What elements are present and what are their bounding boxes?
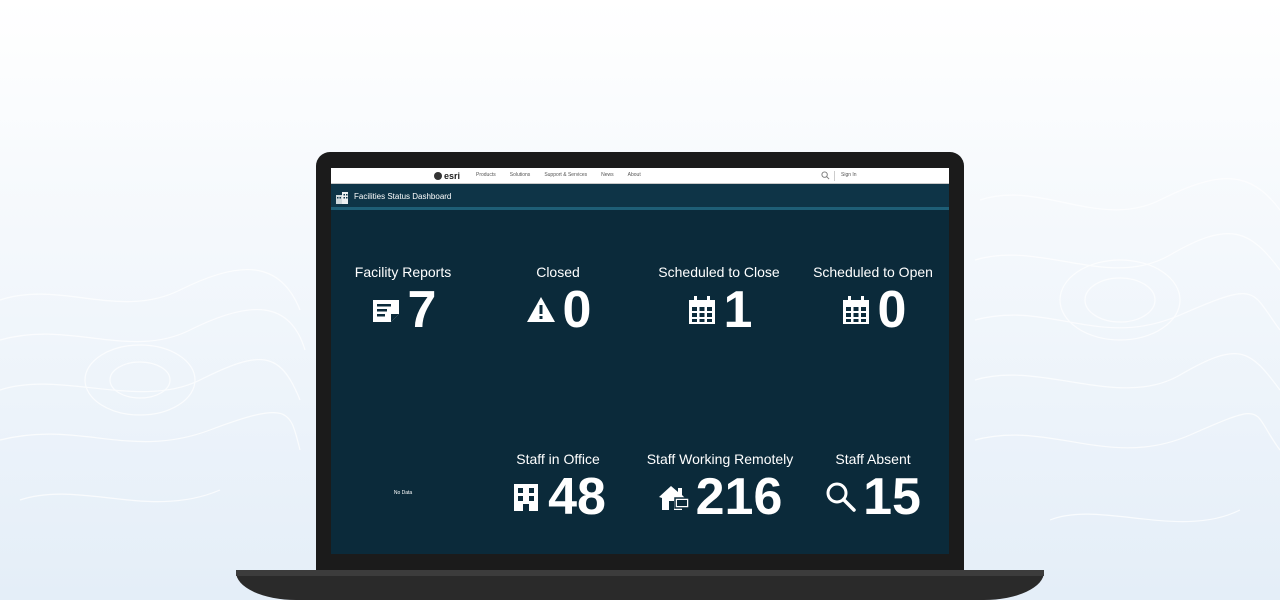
indicator-title: Staff Working Remotely xyxy=(646,451,794,467)
home-icon xyxy=(658,486,690,510)
esri-logo[interactable]: esri xyxy=(434,170,460,182)
warning-icon xyxy=(526,297,555,322)
indicator-facility-reports: Facility Reports 7 xyxy=(335,264,471,338)
calendar-icon xyxy=(688,296,715,324)
nav-solutions[interactable]: Solutions xyxy=(510,172,531,178)
indicator-title: Facility Reports xyxy=(354,264,452,280)
indicator-value: 48 xyxy=(548,468,606,526)
no-data-label: No Data xyxy=(393,490,413,496)
esri-logo-text: esri xyxy=(444,171,461,181)
indicator-value: 7 xyxy=(407,281,437,339)
indicator-value: 0 xyxy=(877,281,907,339)
laptop-base xyxy=(236,570,1044,600)
nav-products[interactable]: Products xyxy=(476,172,496,178)
dashboard-logo-icon xyxy=(336,192,348,204)
indicator-title: Scheduled to Close xyxy=(658,264,780,280)
building-icon xyxy=(514,484,539,511)
nav-divider xyxy=(834,171,835,181)
indicator-title: Scheduled to Open xyxy=(813,264,933,280)
esri-nav: Products Solutions Support & Services Ne… xyxy=(476,172,641,178)
search-icon xyxy=(826,482,856,512)
esri-nav-bar: esri Products Solutions Support & Servic… xyxy=(331,168,949,184)
indicator-staff-working-remotely: Staff Working Remotely 216 xyxy=(641,451,799,525)
indicator-value: 216 xyxy=(695,468,783,526)
report-icon xyxy=(372,300,399,322)
indicator-staff-absent: Staff Absent 15 xyxy=(805,451,941,525)
calendar-icon xyxy=(842,296,869,324)
nav-about[interactable]: About xyxy=(628,172,641,178)
sign-in-link[interactable]: Sign In xyxy=(841,172,857,178)
indicator-closed: Closed 0 xyxy=(490,264,626,338)
laptop-screen: esri Products Solutions Support & Servic… xyxy=(331,168,949,554)
search-icon[interactable] xyxy=(821,171,830,180)
esri-globe-icon xyxy=(434,172,442,180)
indicator-value: 15 xyxy=(863,468,921,526)
indicator-title: Staff in Office xyxy=(516,451,600,467)
dashboard-header: Facilities Status Dashboard xyxy=(331,184,949,210)
indicator-title: Closed xyxy=(536,264,580,280)
indicator-title: Staff Absent xyxy=(835,451,911,467)
indicator-staff-in-office: Staff in Office 48 xyxy=(490,451,626,525)
indicator-value: 1 xyxy=(723,281,753,339)
indicator-scheduled-to-close: Scheduled to Close 1 xyxy=(644,264,794,338)
indicator-scheduled-to-open: Scheduled to Open 0 xyxy=(805,264,941,338)
indicator-value: 0 xyxy=(562,281,592,339)
nav-news[interactable]: News xyxy=(601,172,614,178)
dashboard-title: Facilities Status Dashboard xyxy=(354,192,452,201)
nav-support-services[interactable]: Support & Services xyxy=(544,172,587,178)
